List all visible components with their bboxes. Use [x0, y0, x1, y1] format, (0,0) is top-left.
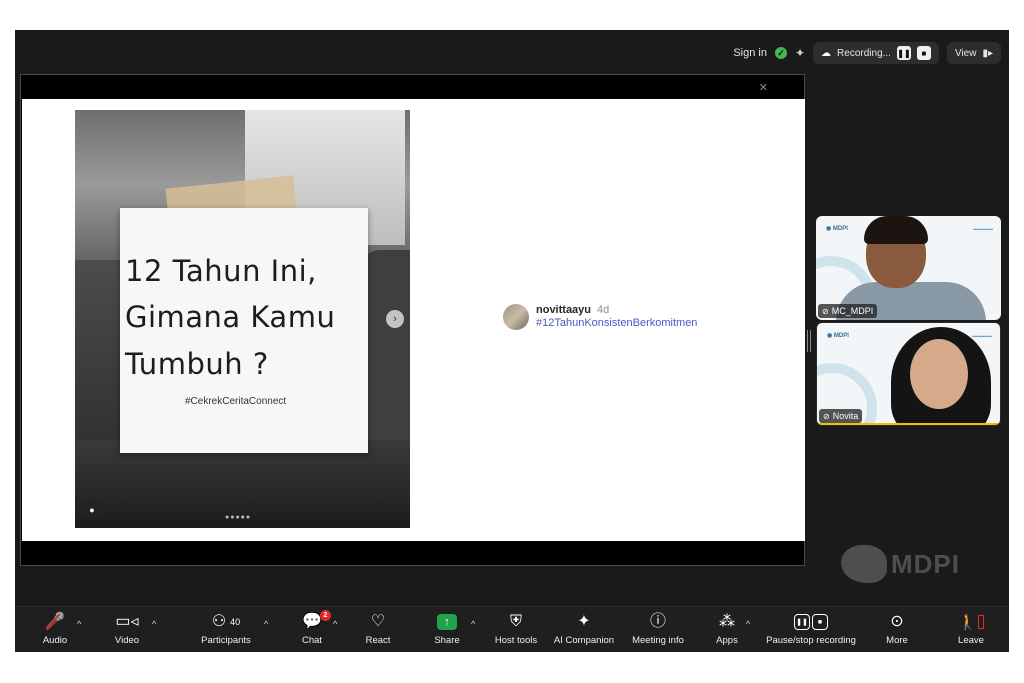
meeting-top-bar: Sign in ✓ ✦ ☁ Recording... ❚❚ ■ View ▮▸: [15, 30, 1009, 74]
avatar[interactable]: [503, 304, 529, 330]
paper-text-line-3: Tumbuh ?: [125, 347, 269, 381]
audio-options-chevron-icon[interactable]: ^: [77, 619, 81, 629]
chat-label: Chat: [301, 635, 323, 646]
mdpi-logo-icon: [841, 545, 887, 583]
apps-button[interactable]: ⁂ Apps: [687, 609, 767, 651]
virtual-background-logo-icon: ◉ MDPI: [826, 226, 848, 232]
stop-recording-button[interactable]: ■: [916, 46, 931, 60]
share-arrow-icon: ↑: [437, 609, 457, 635]
participant-hair: [864, 216, 928, 244]
shield-icon: ⛨: [509, 613, 522, 630]
host-tools-label: Host tools: [494, 635, 538, 646]
sparkle-icon: ✦: [577, 613, 591, 630]
pause-stop-recording-button[interactable]: ❚❚ ■ Pause/stop recording: [763, 609, 859, 651]
participant-name-label: ⊘ Novita: [819, 409, 863, 423]
more-button[interactable]: ⊙ More: [857, 609, 937, 651]
post-caption: novittaayu 4d #12TahunKonsistenBerkomitm…: [503, 304, 697, 330]
video-options-chevron-icon[interactable]: ^: [152, 619, 156, 629]
chat-bubble-icon: 💬 2: [302, 609, 331, 635]
participants-count: 40: [230, 616, 241, 627]
ai-sparkle-icon[interactable]: ✦: [795, 46, 805, 60]
leave-label: Leave: [958, 635, 984, 646]
carousel-dots-icon: ●●●●●: [225, 514, 252, 521]
more-icon: ⊙: [890, 613, 904, 630]
post-author-line: novittaayu 4d: [536, 304, 697, 316]
pause-stop-recording-label: Pause/stop recording: [766, 635, 856, 646]
react-button[interactable]: ♡ React: [338, 609, 418, 651]
audio-label: Audio: [42, 635, 68, 646]
post-time: 4d: [597, 304, 610, 316]
mic-muted-icon: ⊘: [823, 411, 830, 421]
shared-screen: ✕ 12 Tahun Ini, Gimana Kamu Tumbuh ? #Ce…: [20, 74, 805, 566]
heart-icon: ♡: [370, 613, 386, 630]
post-photo: 12 Tahun Ini, Gimana Kamu Tumbuh ? #Cekr…: [75, 110, 410, 528]
audio-button[interactable]: 🎤 Audio: [15, 609, 95, 651]
recording-indicator: ☁ Recording... ❚❚ ■: [813, 42, 939, 64]
more-label: More: [886, 635, 908, 646]
participant-tile-mc-mdpi[interactable]: ◉ MDPI ▬▬▬▬▬ ⊘ MC_MDPI: [816, 216, 1001, 320]
react-label: React: [365, 635, 391, 646]
post-username[interactable]: novittaayu: [536, 304, 591, 316]
participant-name: MC_MDPI: [831, 306, 874, 316]
exit-fullscreen-icon[interactable]: ✕: [759, 81, 768, 94]
carousel-next-icon[interactable]: ›: [386, 310, 404, 328]
chat-options-chevron-icon[interactable]: ^: [333, 619, 337, 629]
pause-stop-icon: ❚❚ ■: [794, 609, 828, 635]
post-caption-text: novittaayu 4d #12TahunKonsistenBerkomitm…: [536, 304, 697, 329]
virtual-background-corner-mark: ▬▬▬▬▬: [972, 333, 992, 338]
tagged-user-icon[interactable]: ●: [83, 501, 101, 519]
leave-button[interactable]: 🚶 Leave: [931, 609, 1009, 651]
participant-name-label: ⊘ MC_MDPI: [818, 304, 878, 318]
leave-door-icon: 🚶: [958, 609, 984, 635]
view-layout-icon: ▮▸: [982, 47, 993, 59]
mic-muted-icon: ⊘: [822, 306, 829, 316]
panel-resize-handle[interactable]: [807, 330, 811, 352]
video-label: Video: [114, 635, 140, 646]
share-label: Share: [434, 635, 460, 646]
top-bar-controls: Sign in ✓ ✦ ☁ Recording... ❚❚ ■ View ▮▸: [733, 42, 1001, 64]
meeting-toolbar: 🎤 Audio ^ ▭◃ Video ^ ⚇ 40 Participants ^ …: [15, 606, 1009, 652]
ai-companion-label: AI Companion: [553, 635, 615, 646]
participants-options-chevron-icon[interactable]: ^: [264, 619, 268, 629]
meeting-info-label: Meeting info: [632, 635, 684, 646]
mic-muted-icon: 🎤: [45, 613, 65, 631]
cloud-recording-icon: ☁: [821, 47, 832, 59]
share-options-chevron-icon[interactable]: ^: [471, 619, 475, 629]
participant-face: [910, 339, 968, 409]
meeting-info-button[interactable]: ⓘ Meeting info: [618, 609, 698, 651]
info-icon: ⓘ: [649, 613, 666, 630]
apps-options-chevron-icon[interactable]: ^: [746, 619, 750, 629]
paper-hashtag: #CekrekCeritaConnect: [185, 396, 287, 407]
participants-label: Participants: [201, 635, 251, 646]
virtual-background-logo-icon: ◉ MDPI: [827, 333, 849, 339]
chat-unread-badge: 2: [319, 610, 331, 621]
mdpi-watermark: MDPI: [841, 545, 960, 583]
view-label: View: [954, 47, 977, 59]
video-camera-icon: ▭◃: [115, 613, 139, 630]
handwritten-paper: 12 Tahun Ini, Gimana Kamu Tumbuh ? #Cekr…: [120, 208, 368, 453]
active-speaker-indicator: [817, 423, 1000, 425]
participants-icon: ⚇ 40: [211, 613, 241, 630]
post-hashtag-link[interactable]: #12TahunKonsistenBerkomitmen: [536, 317, 697, 329]
recording-status: Recording...: [837, 47, 891, 59]
ai-companion-button[interactable]: ✦ AI Companion: [544, 609, 624, 651]
virtual-background-corner-mark: ▬▬▬▬▬: [973, 226, 993, 231]
zoom-window: Sign in ✓ ✦ ☁ Recording... ❚❚ ■ View ▮▸ …: [15, 30, 1009, 652]
sign-in-link[interactable]: Sign in: [733, 47, 767, 59]
participants-button[interactable]: ⚇ 40 Participants: [186, 609, 266, 651]
paper-text-line-2: Gimana Kamu: [125, 300, 336, 334]
participant-name: Novita: [832, 411, 859, 421]
watermark-text: MDPI: [891, 548, 960, 579]
shared-instagram-post: 12 Tahun Ini, Gimana Kamu Tumbuh ? #Cekr…: [22, 99, 805, 541]
pause-recording-button[interactable]: ❚❚: [896, 46, 911, 60]
paper-text-line-1: 12 Tahun Ini,: [125, 254, 317, 288]
apps-icon: ⁂: [719, 613, 735, 630]
apps-label: Apps: [716, 635, 738, 646]
view-button[interactable]: View ▮▸: [946, 42, 1001, 64]
video-button[interactable]: ▭◃ Video: [87, 609, 167, 651]
share-button[interactable]: ↑ Share: [407, 609, 487, 651]
encryption-shield-icon[interactable]: ✓: [774, 47, 787, 59]
participant-tile-novita[interactable]: ◉ MDPI ▬▬▬▬▬ ⊘ Novita: [816, 322, 1001, 426]
